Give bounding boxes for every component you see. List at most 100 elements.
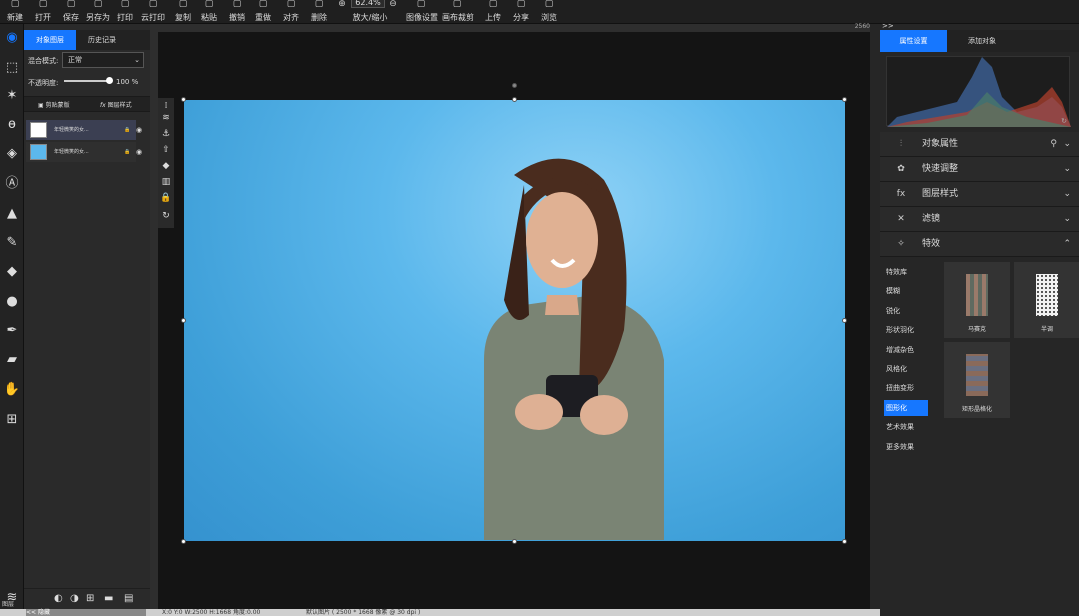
opacity-slider[interactable]	[64, 80, 108, 82]
crop-tool-icon[interactable]: ⊞	[2, 410, 22, 430]
zoom-in-icon[interactable]: ⊕	[335, 0, 349, 24]
adjust-icon[interactable]: ◐	[54, 593, 63, 604]
resize-handle[interactable]	[181, 318, 186, 323]
resize-handle[interactable]	[842, 318, 847, 323]
hand-icon[interactable]: ✋	[2, 380, 22, 400]
toolbar-right-button-4[interactable]: ▢ 浏览	[534, 0, 564, 24]
folder-icon[interactable]: ▬	[104, 593, 113, 604]
toolbar-button-10[interactable]: ▢ 对齐	[278, 0, 304, 24]
effect-category-item[interactable]: 特效库	[884, 264, 928, 280]
toolbar-button-9[interactable]: ▢ 重做	[250, 0, 276, 24]
eraser-icon[interactable]: ◆	[2, 262, 22, 282]
lock-icon[interactable]: 🔒	[124, 120, 130, 140]
layer-stack-icon[interactable]: ≋	[160, 112, 172, 124]
zoom-input[interactable]: 62.4%	[351, 0, 385, 8]
send-back-icon[interactable]: ◆	[160, 160, 172, 172]
toolbar-button-3[interactable]: ▢ 另存为	[84, 0, 112, 24]
shape-text-icon[interactable]: ▲	[2, 204, 22, 224]
resize-handle[interactable]	[181, 539, 186, 544]
resize-handle[interactable]	[842, 539, 847, 544]
toolbar-right-button-1[interactable]: ▢ 画布裁剪	[442, 0, 474, 24]
tab-history[interactable]: 历史记录	[76, 30, 128, 50]
sliders-icon: ⫶	[899, 139, 903, 149]
blend-mode-value: 正常	[68, 56, 82, 64]
refresh-icon[interactable]: ↻	[1061, 117, 1067, 125]
section-0[interactable]: ⫶ 对象属性 ⚲ ⌄	[880, 132, 1079, 157]
effect-category-item[interactable]: 风格化	[884, 361, 928, 377]
horizontal-ruler: 2560	[158, 23, 870, 32]
toolbar-right-button-3[interactable]: ▢ 分享	[506, 0, 536, 24]
object-floating-toolbar: ⁞ ≋ ⚓ ⇧ ◆ ▥ 🔒 ↻	[158, 98, 174, 228]
effect-card-mosaic[interactable]: 马赛克	[944, 262, 1010, 338]
section-2[interactable]: fx 图层样式 ⌄	[880, 182, 1079, 207]
effect-category-item[interactable]: 更多效果	[884, 439, 928, 455]
section-1[interactable]: ✿ 快速调整 ⌄	[880, 157, 1079, 182]
effect-category-item[interactable]: 图形化	[884, 399, 928, 416]
resize-handle[interactable]	[181, 97, 186, 102]
section-3[interactable]: ✕ 滤镜 ⌄	[880, 207, 1079, 232]
layers-panel: 对象图层 历史记录 混合模式: 正常 ⌄ 不透明度: 100 % ▣ 剪贴蒙版 f…	[24, 24, 150, 610]
visibility-eye-icon[interactable]: ◉	[136, 120, 142, 140]
stamp-icon[interactable]: ●	[2, 292, 22, 312]
effect-category-item[interactable]: 扭曲变形	[884, 380, 928, 396]
add-layer-icon[interactable]: ⊞	[86, 593, 94, 604]
effect-card-halftone[interactable]: 半调	[1014, 262, 1079, 338]
opacity-slider-handle[interactable]	[106, 77, 113, 84]
toolbar-button-11[interactable]: ▢ 删除	[306, 0, 332, 24]
trash-icon[interactable]: ▤	[124, 593, 133, 604]
hide-panel-button[interactable]: << 隐藏	[26, 609, 146, 616]
toolbar-button-2[interactable]: ▢ 保存	[58, 0, 84, 24]
fx-icon: fx	[896, 189, 906, 199]
delete-object-icon[interactable]: ▥	[160, 176, 172, 188]
section-4[interactable]: ✧ 特效 ⌃	[880, 232, 1079, 257]
magic-wand-icon[interactable]: ✶	[2, 86, 22, 106]
text-icon[interactable]: Ⓐ	[2, 174, 22, 194]
lasso-icon[interactable]: ɵ	[2, 115, 22, 135]
vertical-scrollbar[interactable]	[870, 24, 880, 610]
anchor-icon[interactable]: ⚓	[160, 128, 172, 140]
pin-icon[interactable]: ⚲	[1050, 132, 1057, 157]
tab-clipping-mask[interactable]: ▣ 剪贴蒙版	[38, 100, 88, 109]
effect-category-item[interactable]: 模糊	[884, 283, 928, 299]
rotate-handle[interactable]	[512, 83, 517, 88]
canvas-image[interactable]	[184, 100, 845, 541]
effect-preview	[966, 274, 988, 316]
toolbar-right-button-2[interactable]: ▢ 上传	[478, 0, 508, 24]
layer-row[interactable]: 年轻微笑的女... 🔒 ◉	[26, 142, 142, 162]
toolbar-button-8[interactable]: ▢ 撤销	[224, 0, 250, 24]
effect-category-item[interactable]: 形状羽化	[884, 322, 928, 338]
resize-handle[interactable]	[842, 97, 847, 102]
resize-handle[interactable]	[512, 97, 517, 102]
toolbar-button-5[interactable]: ▢ 云打印	[138, 0, 168, 24]
effect-category-item[interactable]: 艺术效果	[884, 419, 928, 435]
reset-icon[interactable]: ↻	[160, 210, 172, 222]
shapes-icon[interactable]: ▰	[2, 350, 22, 370]
layer-row[interactable]: 年轻微笑的女... 🔒 ◉	[26, 120, 142, 140]
lock-object-icon[interactable]: 🔒	[160, 192, 172, 204]
toolbar-button-6[interactable]: ▢ 复制	[170, 0, 196, 24]
fill-bucket-icon[interactable]: ◈	[2, 144, 22, 164]
pen-icon[interactable]: ✒	[2, 321, 22, 341]
properties-panel: >> 属性设置 添加对象 ↻ ⫶ 对象属性 ⚲ ⌄ ✿ 快速调整 ⌄ fx 图层样式 ⌄ ✕ 滤镜 ⌄ ✧…	[880, 22, 1079, 616]
mask-icon[interactable]: ◑	[70, 593, 79, 604]
toolbar-button-4[interactable]: ▢ 打印	[112, 0, 138, 24]
tab-object-layers[interactable]: 对象图层	[24, 30, 76, 50]
toolbar-button-0[interactable]: ▢ 新建	[2, 0, 28, 24]
tab-add-object[interactable]: 添加对象	[947, 30, 1017, 52]
collapse-panel-button[interactable]: >>	[882, 22, 894, 30]
bring-forward-icon[interactable]: ⇧	[160, 144, 172, 156]
resize-handle[interactable]	[512, 539, 517, 544]
effect-category-item[interactable]: 锐化	[884, 303, 928, 319]
visibility-eye-icon[interactable]: ◉	[136, 142, 142, 162]
marquee-tool-icon[interactable]: ⬚	[2, 58, 22, 78]
toolbar-button-7[interactable]: ▢ 粘贴	[196, 0, 222, 24]
blend-mode-select[interactable]: 正常 ⌄	[62, 52, 144, 68]
lock-icon[interactable]: 🔒	[124, 142, 130, 162]
toolbar-button-1[interactable]: ▢ 打开	[30, 0, 56, 24]
toolbar-right-button-0[interactable]: ▢ 图像设置	[406, 0, 438, 24]
tab-layer-style[interactable]: fx 图层样式	[100, 100, 150, 109]
effect-card-rect-crystal[interactable]: 矩形晶格化	[944, 342, 1010, 418]
effect-category-item[interactable]: 增减杂色	[884, 342, 928, 358]
tab-properties[interactable]: 属性设置	[880, 30, 947, 52]
brush-icon[interactable]: ✎	[2, 233, 22, 253]
